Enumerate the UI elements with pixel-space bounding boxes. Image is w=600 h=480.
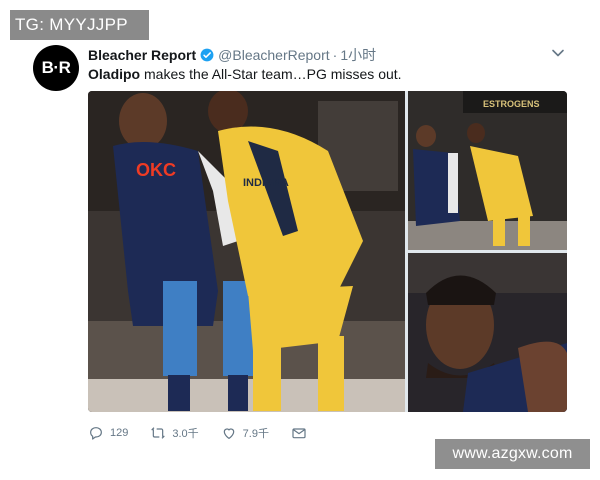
photo-main[interactable]: OKC INDIANA	[88, 91, 405, 412]
header-separator: ·	[332, 47, 338, 63]
retweet-icon	[151, 427, 165, 439]
mail-icon	[292, 428, 306, 439]
reply-icon	[90, 427, 102, 440]
tweet-text: Oladipo makes the All-Star team…PG misse…	[88, 66, 402, 82]
author-name[interactable]: Bleacher Report	[88, 47, 196, 63]
media-grid: OKC INDIANA ESTROGENS	[88, 91, 567, 412]
like-button[interactable]: 7.9千	[221, 425, 269, 441]
tweet-text-bold[interactable]: Oladipo	[88, 66, 140, 82]
chevron-down-icon[interactable]	[551, 47, 565, 59]
like-count: 7.9千	[242, 428, 269, 440]
photo-top-right[interactable]: ESTROGENS	[408, 91, 567, 250]
retweet-count: 3.0千	[172, 428, 199, 440]
retweet-button[interactable]: 3.0千	[150, 425, 199, 441]
jersey-right-text: INDIANA	[243, 177, 289, 189]
watermark-top: TG: MYYJJPP	[10, 10, 149, 40]
photo-bottom-right[interactable]	[408, 253, 567, 412]
watermark-bottom: www.azgxw.com	[435, 439, 590, 469]
arena-banner-text: ESTROGENS	[483, 99, 540, 109]
tweet-text-rest: makes the All-Star team…PG misses out.	[140, 66, 402, 82]
reply-button[interactable]: 129	[88, 425, 128, 441]
tweet-header: Bleacher Report @BleacherReport · 1小时	[88, 46, 376, 64]
heart-icon	[223, 428, 234, 439]
tweet-time[interactable]: 1小时	[340, 45, 376, 65]
avatar[interactable]: B·R	[33, 45, 79, 91]
dm-button[interactable]	[291, 425, 313, 441]
jersey-left-text: OKC	[136, 160, 176, 180]
author-handle[interactable]: @BleacherReport	[218, 47, 330, 63]
reply-count: 129	[110, 427, 129, 439]
tweet-actions: 129 3.0千 7.9千	[88, 424, 335, 442]
verified-badge-icon	[200, 48, 214, 62]
